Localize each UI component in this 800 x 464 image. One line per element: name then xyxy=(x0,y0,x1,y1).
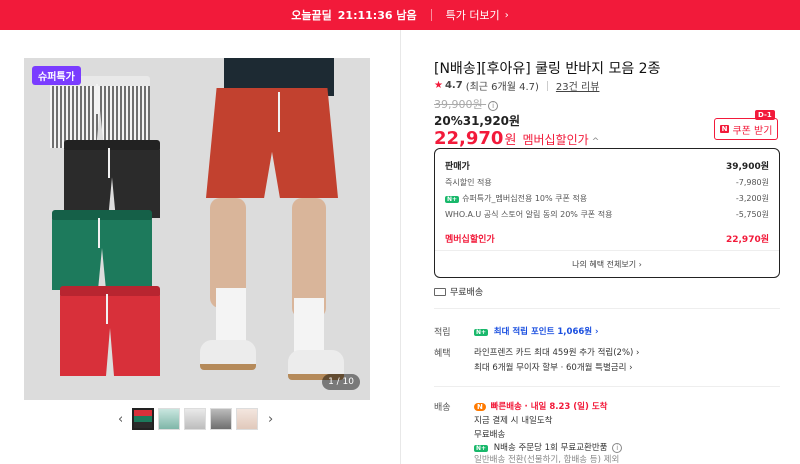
image-counter: 1 / 10 xyxy=(322,374,360,390)
thumbnail-1[interactable] xyxy=(132,408,154,430)
coupon-button[interactable]: N 쿠폰 받기 xyxy=(714,118,778,140)
price-row-value: -3,200원 xyxy=(735,194,769,203)
shorts-striped xyxy=(50,76,150,148)
fast-delivery-brand: 빠른배송 xyxy=(490,402,522,412)
naver-plus-icon: N+ xyxy=(445,196,460,203)
star-icon: ★ xyxy=(434,80,443,91)
coupon-label: 쿠폰 받기 xyxy=(732,125,773,137)
box-divider xyxy=(435,250,779,251)
model-figure xyxy=(196,58,356,400)
benefit-installment-link[interactable]: 최대 6개월 무이자 할부 · 60개월 특별금리 › xyxy=(474,361,633,373)
thumb-prev-arrow[interactable]: ‹ xyxy=(118,412,123,427)
price-breakdown-box: 판매가 39,900원 즉시할인 적용 -7,980원 N+ 슈퍼특가_멤버십전용… xyxy=(434,148,780,278)
shorts-black xyxy=(64,140,160,218)
truck-icon xyxy=(434,287,446,296)
deal-banner: 오늘끝딜 21:11:36 남음 특가 더보기 › xyxy=(0,0,800,30)
info-icon[interactable]: i xyxy=(488,101,499,111)
chevron-right-icon: › xyxy=(504,9,509,21)
banner-divider xyxy=(430,9,432,21)
shorts-green xyxy=(52,210,152,290)
naver-plus-icon: N+ xyxy=(474,329,489,336)
price-row-label: 즉시할인 적용 xyxy=(445,178,492,187)
original-price: 39,900원 i xyxy=(434,96,499,112)
shorts-red xyxy=(60,286,160,376)
free-shipping-row: 무료배송 xyxy=(434,285,483,298)
delivery-exception: 일반배송 전환(선물하기, 합배송 등) 제외 xyxy=(474,455,620,464)
arrival-date: · 내일 8.23 (일) 도착 xyxy=(524,402,608,412)
rating-divider xyxy=(546,80,548,91)
deal-more-label: 특가 더보기 xyxy=(445,9,500,22)
benefits-label: 혜택 xyxy=(434,349,451,359)
deal-timer: 21:11:36 남음 xyxy=(337,9,417,22)
free-return-row: N+ N배송 주문당 1회 무료교환반품 i xyxy=(474,441,623,453)
free-shipping-label: 무료배송 xyxy=(450,288,484,298)
price-row-super-coupon: N+ 슈퍼특가_멤버십전용 10% 쿠폰 적용 -3,200원 xyxy=(445,193,769,204)
review-count-link[interactable]: 23건 리뷰 xyxy=(556,78,600,93)
section-divider xyxy=(434,308,780,309)
price-row-instant: 즉시할인 적용 -7,980원 xyxy=(445,177,769,188)
points-text: 최대 적립 포인트 1,066원 › xyxy=(493,327,599,337)
rating-score: 4.7 xyxy=(444,80,463,91)
member-price-unit: 원 xyxy=(504,133,517,148)
price-row-value: -5,750원 xyxy=(735,210,769,219)
original-price-value: 39,900원 xyxy=(434,98,483,111)
product-main-image[interactable]: 슈퍼특가 1 / 10 xyxy=(24,58,370,400)
price-row-value: 22,970원 xyxy=(725,235,769,245)
price-row-store-coupon: WHO.A.U 공식 스토어 알림 동의 20% 쿠폰 적용 -5,750원 xyxy=(445,209,769,220)
discount-price: 20%31,920원 xyxy=(434,114,521,128)
view-all-benefits-link[interactable]: 나의 혜택 전체보기 › xyxy=(435,259,779,270)
rating-row: ★ 4.7 (최근 6개월 4.7) 23건 리뷰 xyxy=(434,78,599,93)
super-deal-badge: 슈퍼특가 xyxy=(32,66,81,85)
price-row-value: -7,980원 xyxy=(735,178,769,187)
benefit-card-link[interactable]: 라인프렌즈 카드 최대 459원 추가 적립(2%) › xyxy=(474,346,639,358)
rating-note: (최근 6개월 4.7) xyxy=(465,82,539,93)
product-title: [N배송][후아유] 쿨링 반바지 모음 2종 xyxy=(434,61,661,77)
price-row-label: 멤버십할인가 xyxy=(445,235,495,245)
info-icon[interactable]: i xyxy=(612,443,623,453)
thumbnail-3[interactable] xyxy=(184,408,206,430)
thumbnail-2[interactable] xyxy=(158,408,180,430)
points-row[interactable]: N+ 최대 적립 포인트 1,066원 › xyxy=(474,325,599,337)
coupon-dday-badge: D-1 xyxy=(755,110,775,120)
points-label: 적립 xyxy=(434,328,451,338)
section-divider xyxy=(434,386,780,387)
thumbnail-strip xyxy=(132,408,258,430)
deal-more-link[interactable]: 특가 더보기 › xyxy=(446,7,509,23)
delivery-arrival: N 빠른배송 · 내일 8.23 (일) 도착 xyxy=(474,400,607,412)
price-row-label: WHO.A.U 공식 스토어 알림 동의 20% 쿠폰 적용 xyxy=(445,210,613,219)
column-divider xyxy=(400,30,401,464)
price-row-value: 39,900원 xyxy=(725,162,769,172)
member-price-label: 멤버십할인가 xyxy=(522,133,589,147)
free-return-text: N배송 주문당 1회 무료교환반품 xyxy=(493,443,608,453)
price-row-member: 멤버십할인가 22,970원 xyxy=(445,232,769,245)
naver-plus-icon: N+ xyxy=(474,445,489,452)
fast-delivery-badge: N xyxy=(474,403,486,411)
chevron-up-icon: ^ xyxy=(591,137,600,147)
delivery-note: 지금 결제 시 내일도착 xyxy=(474,416,553,426)
price-row-label: 판매가 xyxy=(445,162,470,172)
member-price: 22,970 xyxy=(434,128,504,149)
member-price-row[interactable]: 22,970 원 멤버십할인가 ^ xyxy=(434,128,599,149)
delivery-label: 배송 xyxy=(434,403,451,413)
delivery-free: 무료배송 xyxy=(474,430,506,440)
thumbnail-5[interactable] xyxy=(236,408,258,430)
price-row-sale: 판매가 39,900원 xyxy=(445,159,769,172)
deal-label: 오늘끝딜 xyxy=(291,9,332,22)
price-row-label: 슈퍼특가_멤버십전용 10% 쿠폰 적용 xyxy=(462,194,588,203)
thumb-next-arrow[interactable]: › xyxy=(268,412,273,427)
thumbnail-4[interactable] xyxy=(210,408,232,430)
naver-n-icon: N xyxy=(719,125,730,133)
